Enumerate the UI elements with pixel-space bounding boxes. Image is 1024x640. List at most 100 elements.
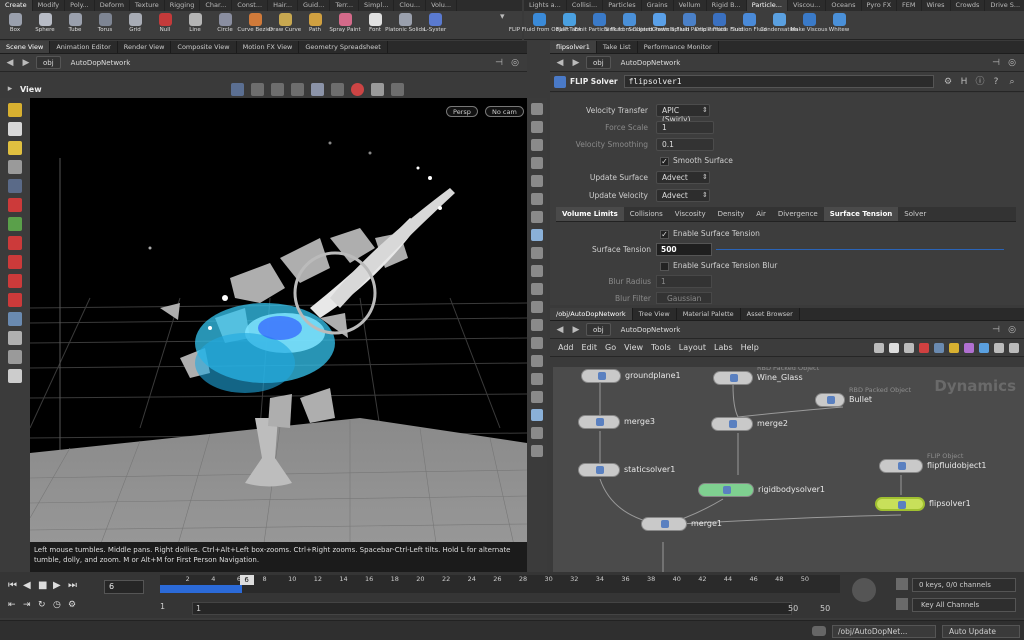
network-tool-1-icon[interactable] [874, 342, 884, 353]
shelf-tool-null[interactable]: Null [150, 11, 180, 40]
param-back-icon[interactable]: ◀ [554, 57, 566, 69]
shelf-tab-modify[interactable]: Modify [33, 0, 66, 11]
shelf-tool-l-syster[interactable]: L-Syster [420, 11, 450, 40]
shelf-tab-char[interactable]: Char... [200, 0, 233, 11]
subtab-viscosity[interactable]: Viscosity [669, 207, 712, 221]
param-link-icon[interactable]: ◎ [1006, 57, 1018, 69]
tab-animation-editor[interactable]: Animation Editor [50, 41, 118, 53]
camera-menu[interactable]: No cam [485, 106, 524, 117]
shelf-tab-volu[interactable]: Volu... [426, 0, 458, 11]
node-flipfluidobject1[interactable] [879, 459, 923, 473]
param-forward-icon[interactable]: ▶ [570, 57, 582, 69]
tab-geometry-spreadsheet[interactable]: Geometry Spreadsheet [299, 41, 388, 53]
shelf-tool-curve-bezier[interactable]: Curve Bezier [237, 11, 273, 40]
pin-icon[interactable]: ⊣ [493, 57, 505, 69]
display-option-6-icon[interactable] [531, 193, 543, 205]
viewport-menu-icon[interactable]: ▸ [4, 83, 16, 95]
display-icon-2[interactable] [247, 81, 267, 98]
toolbox-tool-11-icon[interactable] [8, 293, 22, 307]
node-merge3[interactable] [578, 415, 620, 429]
display-option-13-icon[interactable] [531, 319, 543, 331]
shelf-tab-guid[interactable]: Guid... [298, 0, 331, 11]
path-network[interactable]: AutoDopNetwork [65, 56, 137, 69]
shelf-tool-flip-tank[interactable]: FLIP Tank [554, 11, 584, 40]
shelf-tab-grains[interactable]: Grains [642, 0, 674, 11]
surface-tension-slider[interactable] [716, 249, 1004, 250]
param-pin-icon[interactable]: ⊣ [990, 57, 1002, 69]
net-forward-icon[interactable]: ▶ [570, 324, 582, 336]
range-slider[interactable]: 1 [192, 602, 792, 615]
shelf-tool-sink-from-objects[interactable]: Sink from Objects [605, 11, 653, 40]
display-option-17-icon[interactable] [531, 391, 543, 403]
jump-end-icon[interactable]: ⏭ [68, 580, 83, 591]
enable-surface-tension[interactable]: ✓ Enable Surface Tension [660, 229, 760, 239]
key-prev-icon[interactable]: ⇤ [8, 600, 23, 610]
subtab-volume-limits[interactable]: Volume Limits [556, 207, 624, 221]
display-option-7-icon[interactable] [531, 211, 543, 223]
render-icon[interactable] [327, 81, 347, 98]
network-tool-8-icon[interactable] [979, 342, 989, 353]
shelf-tab-rigging[interactable]: Rigging [165, 0, 201, 11]
shelf-tab-deform[interactable]: Deform [95, 0, 130, 11]
shelf-tab-create[interactable]: Create [0, 0, 33, 11]
record-icon[interactable] [347, 81, 367, 98]
keys-icon[interactable] [896, 578, 908, 590]
menu-go[interactable]: Go [605, 343, 616, 352]
camera-icon[interactable] [307, 81, 327, 98]
shelf-tool-platonic-solids[interactable]: Platonic Solids [385, 11, 425, 40]
display-option-10-icon[interactable] [531, 265, 543, 277]
auto-update-menu[interactable]: Auto Update [942, 625, 1020, 638]
play-reverse-icon[interactable]: ◀ [23, 580, 38, 591]
toolbox-tool-5-icon[interactable] [8, 179, 22, 193]
shelf-tool-circle[interactable]: Circle [210, 11, 240, 40]
shelf-tool-whitew[interactable]: Whitew [824, 11, 854, 40]
tab-performance-monitor[interactable]: Performance Monitor [638, 41, 719, 53]
realtime-icon[interactable]: ◷ [53, 600, 68, 610]
tab-take-list[interactable]: Take List [597, 41, 638, 53]
shelf-tool-tube[interactable]: Tube [60, 11, 90, 40]
shelf-tab-hair[interactable]: Hair... [268, 0, 299, 11]
key-all-channels-menu[interactable]: Key All Channels [912, 598, 1016, 612]
menu-view[interactable]: View [624, 343, 643, 352]
display-option-8-icon[interactable] [531, 229, 543, 241]
tab-obj-autodopnetwork[interactable]: /obj/AutoDopNetwork [550, 308, 633, 320]
display-icon-3[interactable] [267, 81, 287, 98]
param-path-obj[interactable]: obj [586, 56, 611, 69]
display-option-11-icon[interactable] [531, 283, 543, 295]
range-end-2[interactable]: 50 [820, 604, 830, 613]
node-staticsolver1[interactable] [578, 463, 620, 477]
shelf-tool-drip-particle-fluid[interactable]: Drip Particle Fluid [695, 11, 743, 40]
tab-flipsolver1[interactable]: flipsolver1 [550, 41, 597, 53]
key-next-icon[interactable]: ⇥ [23, 600, 38, 610]
snapshot-icon[interactable] [367, 81, 387, 98]
audio-icon[interactable] [852, 578, 876, 602]
toolbox-tool-10-icon[interactable] [8, 274, 22, 288]
range-start[interactable]: 1 [160, 602, 180, 611]
shelf-tab-vellum[interactable]: Vellum [674, 0, 707, 11]
toolbox-tool-2-icon[interactable] [8, 122, 22, 136]
toolbox-tool-14-icon[interactable] [8, 350, 22, 364]
menu-add[interactable]: Add [558, 343, 574, 352]
node-name-field[interactable]: flipsolver1 [623, 75, 934, 88]
shelf-tab-simpl[interactable]: Simpl... [359, 0, 395, 11]
display-option-18-icon[interactable] [531, 409, 543, 421]
menu-tools[interactable]: Tools [651, 343, 671, 352]
toolbox-tool-15-icon[interactable] [8, 369, 22, 383]
menu-edit[interactable]: Edit [582, 343, 598, 352]
shelf-arrow-icon[interactable]: ▾ [500, 12, 505, 22]
display-option-5-icon[interactable] [531, 175, 543, 187]
subtab-divergence[interactable]: Divergence [772, 207, 824, 221]
key-channel-icon[interactable] [896, 598, 908, 610]
back-icon[interactable]: ◀ [4, 57, 16, 69]
shelf-tool-path[interactable]: Path [300, 11, 330, 40]
shelf-tab-const[interactable]: Const... [232, 0, 269, 11]
shelf-tab-collisi[interactable]: Collisi... [567, 0, 604, 11]
info-icon[interactable]: ⓘ [974, 76, 986, 88]
display-option-1-icon[interactable] [531, 103, 543, 115]
shelf-tab-clou[interactable]: Clou... [394, 0, 427, 11]
perspective-menu[interactable]: Persp [446, 106, 478, 117]
forward-icon[interactable]: ▶ [20, 57, 32, 69]
scene-viewport[interactable]: Persp No cam Left mouse tumbles. Middle … [30, 98, 527, 572]
tab-render-view[interactable]: Render View [118, 41, 172, 53]
display-option-4-icon[interactable] [531, 157, 543, 169]
